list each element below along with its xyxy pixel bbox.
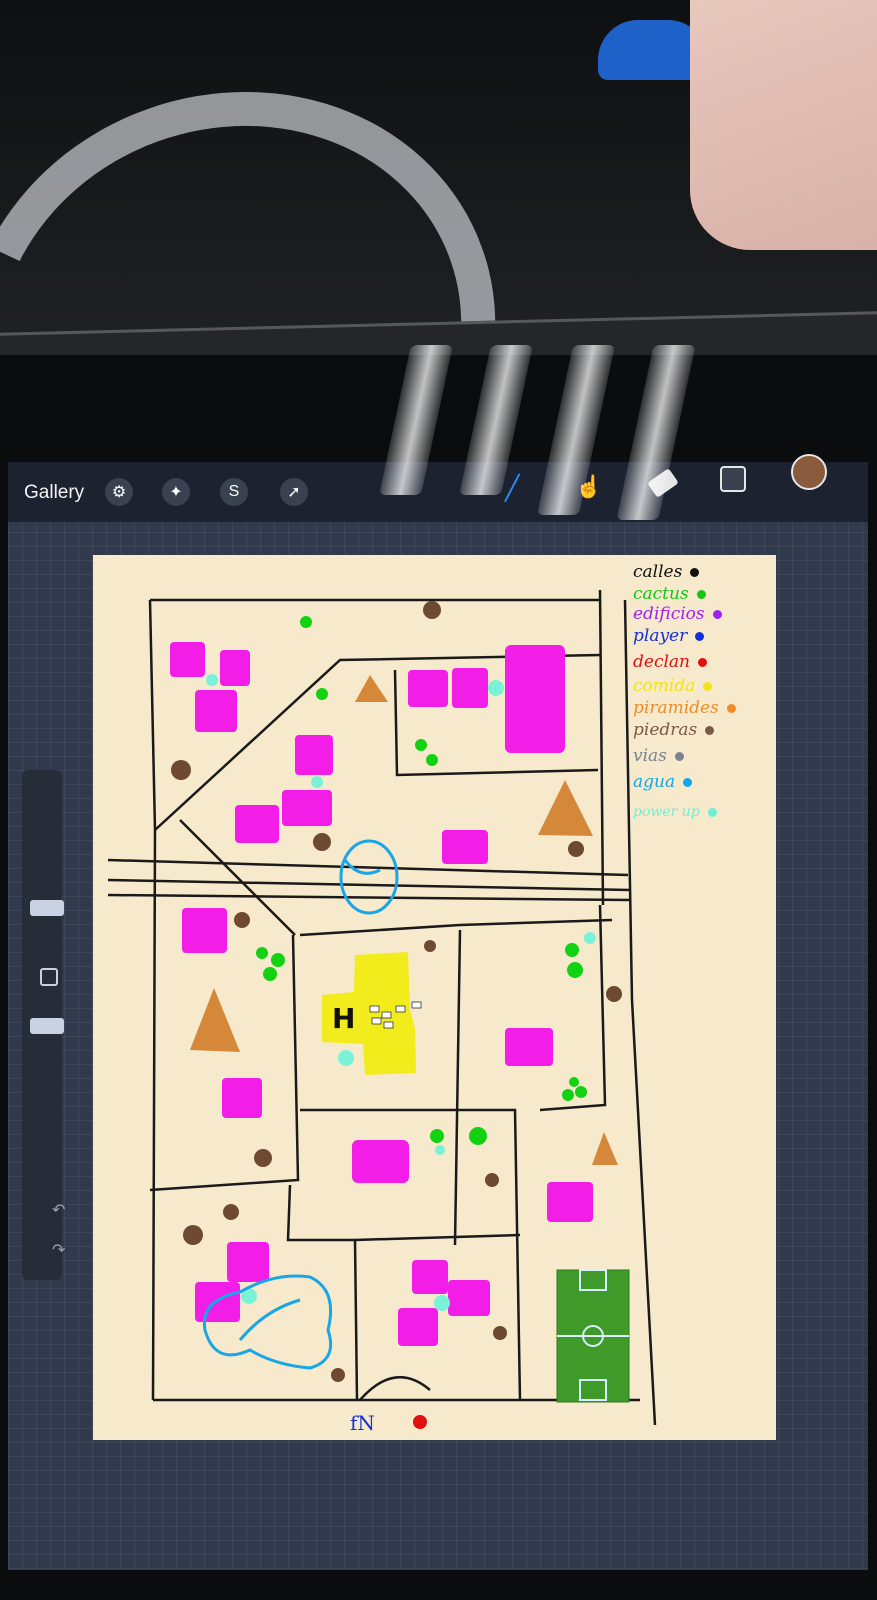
building xyxy=(295,735,333,775)
building xyxy=(220,650,250,686)
legend-dot xyxy=(726,704,736,713)
legend-dot xyxy=(683,778,693,787)
pyramid xyxy=(190,988,240,1052)
legend-dot xyxy=(696,590,706,599)
building xyxy=(408,670,448,707)
building xyxy=(448,1280,490,1316)
legend-dot xyxy=(690,568,700,577)
building xyxy=(352,1140,409,1183)
legend-dot xyxy=(703,682,713,691)
building xyxy=(547,1182,593,1222)
legend-dot xyxy=(698,658,707,667)
building xyxy=(182,908,227,953)
legend-item-declan: declan xyxy=(633,652,707,672)
legend-item-power-up: power up xyxy=(633,804,717,820)
legend-dot xyxy=(674,752,684,761)
building xyxy=(235,805,279,843)
legend-dot xyxy=(712,610,722,619)
building xyxy=(195,690,237,732)
building xyxy=(282,790,332,826)
building xyxy=(442,830,488,864)
legend-item-player: player xyxy=(633,626,705,646)
legend-item-agua: agua xyxy=(633,772,693,792)
building xyxy=(398,1308,438,1346)
building xyxy=(412,1260,448,1294)
legend-item-vias: vias xyxy=(633,746,684,766)
map-drawing: H fN xyxy=(107,589,657,1435)
pyramid xyxy=(592,1132,618,1165)
legend-item-piedras: piedras xyxy=(633,720,715,740)
hospital-label: H xyxy=(332,1002,355,1035)
legend-item-comida: comida xyxy=(633,676,713,696)
building xyxy=(222,1078,262,1118)
building xyxy=(227,1242,269,1282)
legend-dot xyxy=(707,807,717,817)
soccer-field xyxy=(556,1269,630,1403)
pyramid xyxy=(538,780,593,836)
legend-item-cactus: cactus xyxy=(633,584,706,604)
legend-dot xyxy=(695,632,705,641)
declan-marker xyxy=(413,1415,427,1429)
pyramid xyxy=(355,675,388,702)
legend-dot xyxy=(705,726,715,735)
building xyxy=(505,1028,553,1066)
legend-item-edificios: edificios xyxy=(633,604,722,624)
building xyxy=(452,668,488,708)
player-marker: fN xyxy=(350,1411,375,1435)
legend-item-calles: calles xyxy=(633,562,700,582)
building xyxy=(505,645,565,753)
legend-item-piramides: piramides xyxy=(633,698,736,718)
building xyxy=(170,642,205,677)
